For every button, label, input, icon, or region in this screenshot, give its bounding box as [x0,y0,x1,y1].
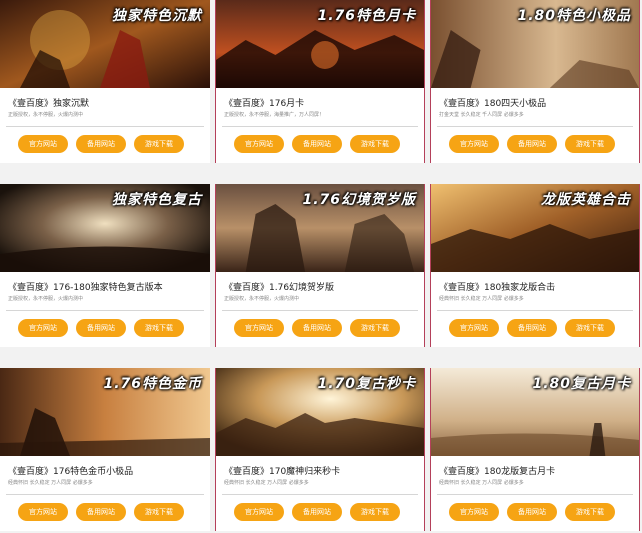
official-site-button[interactable]: 官方网站 [449,503,499,521]
banner-caption: 1.80特色小极品 [517,8,631,24]
game-card: 独家特色复古 《壹百度》176-180独家特色复古版本 正版授权，永不停服，火爆… [0,184,210,347]
game-subtitle: 正版授权，永不停服，火爆内测中 [224,296,300,302]
backup-site-button[interactable]: 备用网站 [76,319,126,337]
game-title[interactable]: 《壹百度》180四天小极品 [439,96,635,109]
backup-site-button[interactable]: 备用网站 [76,135,126,153]
divider [222,126,418,127]
official-site-button[interactable]: 官方网站 [234,319,284,337]
game-title[interactable]: 《壹百度》176-180独家特色复古版本 [8,280,204,293]
game-banner-image[interactable]: 1.70复古秒卡 [216,368,424,456]
game-title[interactable]: 《壹百度》180独家龙版合击 [439,280,635,293]
official-site-button[interactable]: 官方网站 [449,135,499,153]
official-site-button[interactable]: 官方网站 [18,135,68,153]
banner-caption: 独家特色沉默 [112,8,202,24]
game-card: 1.80特色小极品 《壹百度》180四天小极品 打金天堂 长久稳定 千人同屏 必… [430,0,640,163]
banner-caption: 独家特色复古 [112,192,202,208]
game-subtitle: 经典怀旧 长久稳定 万人同屏 必爆多多 [439,296,524,302]
game-download-button[interactable]: 游戏下载 [350,503,400,521]
game-card: 1.76幻境贺岁版 《壹百度》1.76幻境贺岁版 正版授权，永不停服，火爆内测中… [215,184,425,347]
game-card: 1.76特色月卡 《壹百度》176月卡 正版授权，永不停服，海量推广，万人同屏！… [215,0,425,163]
official-site-button[interactable]: 官方网站 [18,319,68,337]
game-download-button[interactable]: 游戏下载 [134,319,184,337]
game-banner-image[interactable]: 1.76特色金币 [0,368,210,456]
divider [437,126,633,127]
game-subtitle: 正版授权，永不停服，火爆内测中 [8,296,84,302]
game-card: 1.80复古月卡 《壹百度》180龙版复古月卡 经典怀旧 长久稳定 万人同屏 必… [430,368,640,531]
game-banner-image[interactable]: 1.80特色小极品 [431,0,639,88]
divider [6,494,204,495]
backup-site-button[interactable]: 备用网站 [76,503,126,521]
game-title[interactable]: 《壹百度》独家沉默 [8,96,204,109]
game-title[interactable]: 《壹百度》180龙版复古月卡 [439,464,635,477]
game-subtitle: 经典怀旧 长久稳定 万人同屏 必爆多多 [224,480,309,486]
game-subtitle: 打金天堂 长久稳定 千人同屏 必爆多多 [439,112,524,118]
game-card: 独家特色沉默 《壹百度》独家沉默 正版授权，永不停服，火爆内测中 官方网站 备用… [0,0,210,163]
backup-site-button[interactable]: 备用网站 [292,503,342,521]
divider [437,494,633,495]
game-title[interactable]: 《壹百度》176月卡 [224,96,420,109]
backup-site-button[interactable]: 备用网站 [507,135,557,153]
backup-site-button[interactable]: 备用网站 [292,319,342,337]
game-card: 1.76特色金币 《壹百度》176特色金币小极品 经典怀旧 长久稳定 万人同屏 … [0,368,210,531]
official-site-button[interactable]: 官方网站 [18,503,68,521]
game-banner-image[interactable]: 独家特色沉默 [0,0,210,88]
game-download-button[interactable]: 游戏下载 [350,319,400,337]
official-site-button[interactable]: 官方网站 [234,135,284,153]
game-title[interactable]: 《壹百度》1.76幻境贺岁版 [224,280,420,293]
backup-site-button[interactable]: 备用网站 [292,135,342,153]
game-banner-image[interactable]: 1.76特色月卡 [216,0,424,88]
divider [437,310,633,311]
official-site-button[interactable]: 官方网站 [234,503,284,521]
game-banner-image[interactable]: 1.80复古月卡 [431,368,639,456]
banner-caption: 龙版英雄合击 [541,192,631,208]
divider [222,494,418,495]
game-download-button[interactable]: 游戏下载 [565,503,615,521]
game-card: 龙版英雄合击 《壹百度》180独家龙版合击 经典怀旧 长久稳定 万人同屏 必爆多… [430,184,640,347]
banner-caption: 1.80复古月卡 [532,376,631,392]
game-subtitle: 经典怀旧 长久稳定 万人同屏 必爆多多 [8,480,93,486]
game-subtitle: 经典怀旧 长久稳定 万人同屏 必爆多多 [439,480,524,486]
game-download-button[interactable]: 游戏下载 [565,319,615,337]
divider [6,126,204,127]
game-card: 1.70复古秒卡 《壹百度》170魔神归来秒卡 经典怀旧 长久稳定 万人同屏 必… [215,368,425,531]
game-banner-image[interactable]: 龙版英雄合击 [431,184,639,272]
game-banner-image[interactable]: 1.76幻境贺岁版 [216,184,424,272]
banner-caption: 1.76特色金币 [103,376,202,392]
game-download-button[interactable]: 游戏下载 [134,135,184,153]
game-banner-image[interactable]: 独家特色复古 [0,184,210,272]
game-title[interactable]: 《壹百度》170魔神归来秒卡 [224,464,420,477]
official-site-button[interactable]: 官方网站 [449,319,499,337]
divider [222,310,418,311]
backup-site-button[interactable]: 备用网站 [507,319,557,337]
game-subtitle: 正版授权，永不停服，火爆内测中 [8,112,84,118]
banner-caption: 1.70复古秒卡 [317,376,416,392]
game-download-button[interactable]: 游戏下载 [134,503,184,521]
game-title[interactable]: 《壹百度》176特色金币小极品 [8,464,204,477]
game-download-button[interactable]: 游戏下载 [350,135,400,153]
divider [6,310,204,311]
game-download-button[interactable]: 游戏下载 [565,135,615,153]
game-subtitle: 正版授权，永不停服，海量推广，万人同屏！ [224,112,325,118]
backup-site-button[interactable]: 备用网站 [507,503,557,521]
banner-caption: 1.76特色月卡 [317,8,416,24]
banner-caption: 1.76幻境贺岁版 [302,192,416,208]
